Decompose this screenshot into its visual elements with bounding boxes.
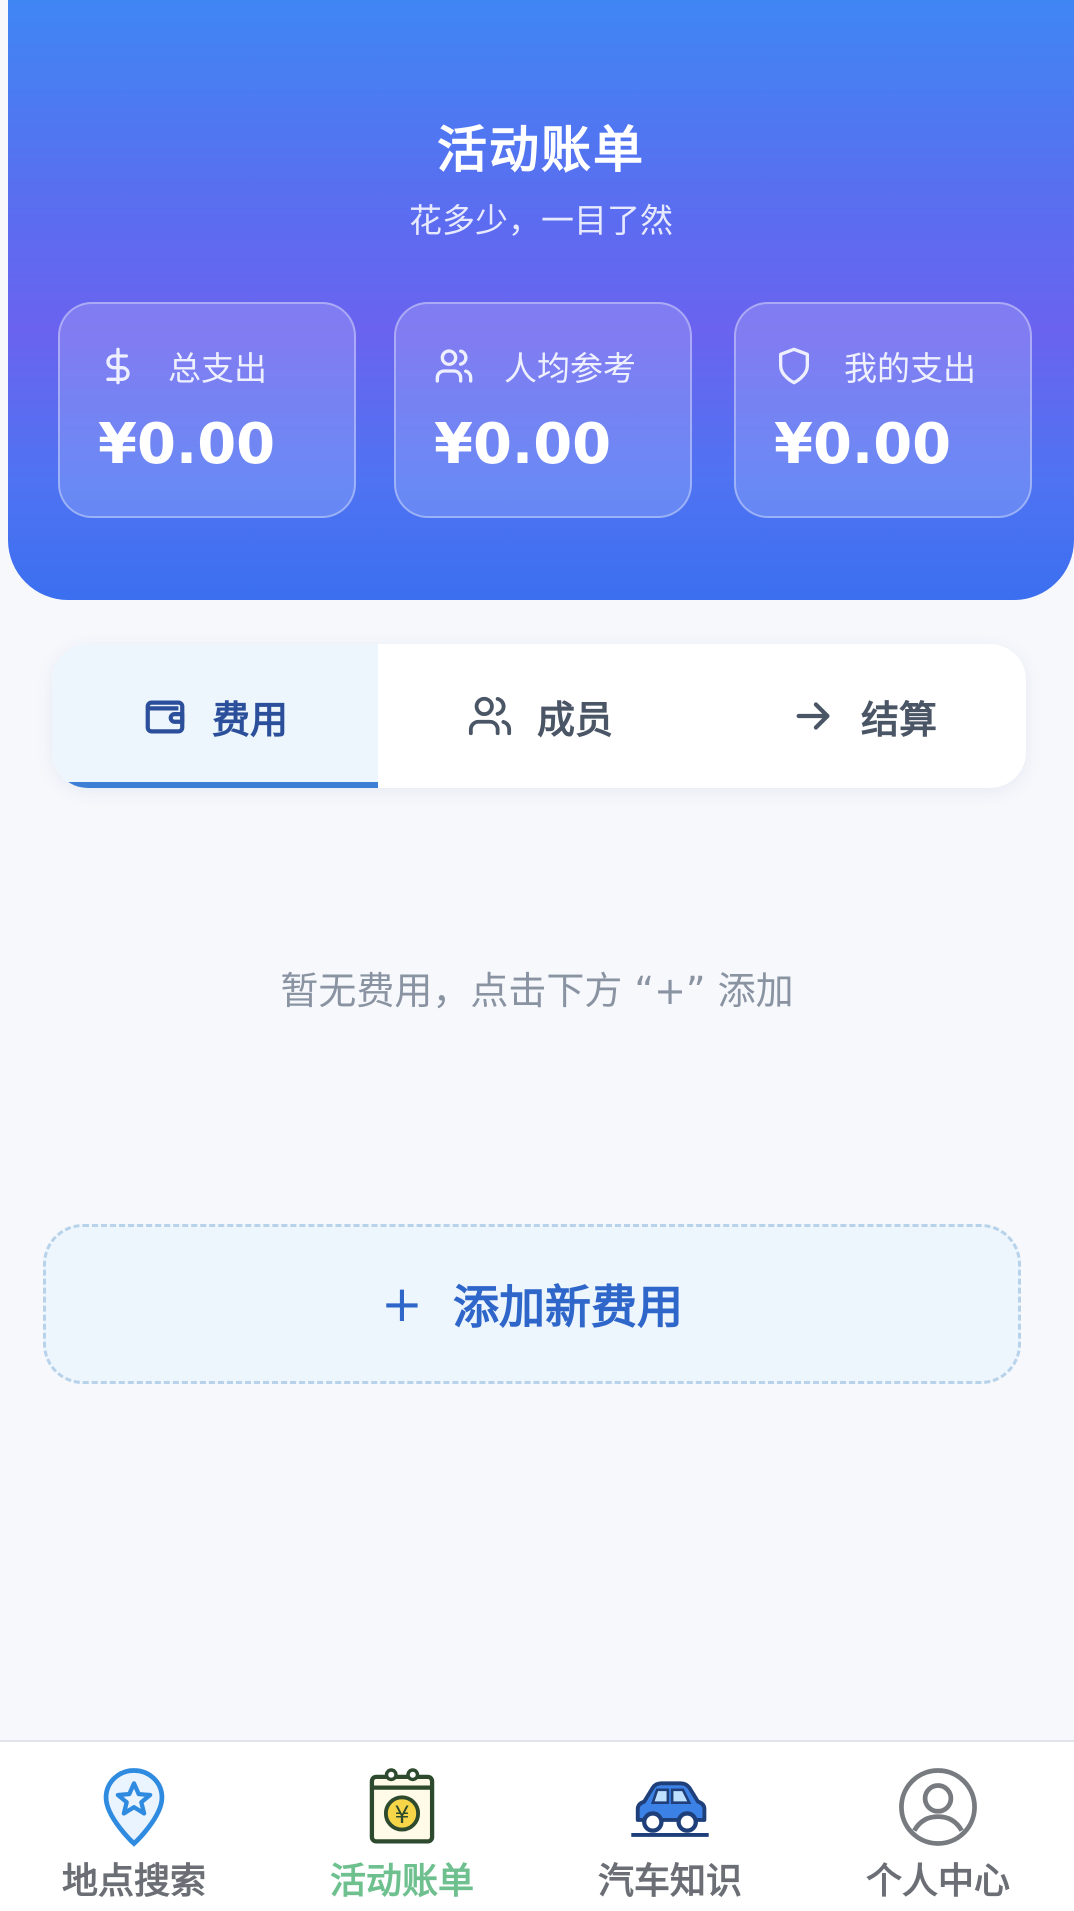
stat-card-average: 人均参考 ¥0.00: [394, 302, 692, 518]
wallet-icon: [145, 700, 185, 734]
calendar-yen-icon: ¥: [369, 1768, 435, 1844]
tab-label: 费用: [211, 697, 288, 742]
nav-profile[interactable]: 个人中心: [804, 1742, 1072, 1911]
users-icon: [468, 696, 512, 736]
nav-activity-bill[interactable]: ¥ 活动账单: [268, 1742, 536, 1911]
stat-card-mine: 我的支出 ¥0.00: [734, 302, 1032, 518]
tab-label: 成员: [536, 697, 613, 742]
tab-settlement[interactable]: 结算: [702, 644, 1026, 788]
empty-state-text: 暂无费用，点击下方 “+” 添加: [280, 969, 794, 1013]
shield-icon: [779, 347, 809, 385]
tab-expenses[interactable]: 费用: [52, 644, 378, 788]
stat-value: ¥0.00: [98, 412, 276, 477]
nav-car-knowledge[interactable]: 汽车知识: [536, 1742, 804, 1911]
nav-label: 地点搜索: [61, 1861, 206, 1902]
nav-label: 汽车知识: [597, 1861, 742, 1902]
page-subtitle: 花多少，一目了然: [409, 201, 673, 240]
tab-members[interactable]: 成员: [378, 644, 702, 788]
bottom-nav: 地点搜索 ¥ 活动账单 汽车知识 个人中心: [0, 1740, 1074, 1911]
stat-value: ¥0.00: [774, 412, 952, 477]
users-icon: [435, 349, 473, 383]
stat-card-total: 总支出 ¥0.00: [58, 302, 356, 518]
nav-label: 个人中心: [865, 1861, 1010, 1902]
stat-label: 我的支出: [844, 349, 976, 388]
dollar-icon: [106, 347, 130, 385]
user-circle-icon: [899, 1768, 977, 1846]
tab-label: 结算: [860, 697, 937, 742]
map-pin-star-icon: [103, 1768, 165, 1847]
stat-label: 总支出: [168, 349, 267, 388]
nav-label: 活动账单: [329, 1861, 474, 1902]
nav-location-search[interactable]: 地点搜索: [0, 1742, 268, 1911]
car-icon: [631, 1781, 709, 1837]
add-expense-button[interactable]: + 添加新费用: [43, 1224, 1021, 1384]
plus-icon: +: [381, 1275, 423, 1333]
page-title: 活动账单: [437, 121, 645, 179]
stat-value: ¥0.00: [434, 412, 612, 477]
tab-bar: 费用 成员 结算: [52, 644, 1026, 788]
svg-text:¥: ¥: [394, 1801, 409, 1829]
arrow-right-icon: [796, 702, 830, 730]
add-expense-label: 添加新费用: [452, 1280, 683, 1334]
active-tab-indicator: [52, 782, 378, 788]
stat-label: 人均参考: [504, 349, 636, 388]
